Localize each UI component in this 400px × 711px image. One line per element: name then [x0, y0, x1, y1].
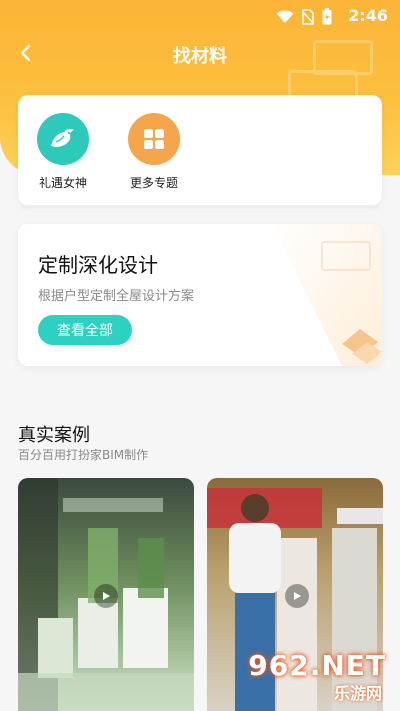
- page-title: 找材料: [173, 46, 227, 67]
- battery-charging-icon: [322, 8, 332, 25]
- quick-item-more-topics[interactable]: 更多专题: [114, 113, 194, 191]
- design-card-decoration: [272, 224, 382, 366]
- bird-icon: [37, 113, 89, 165]
- play-icon[interactable]: [285, 584, 309, 608]
- nav-bar: 找材料: [0, 32, 400, 76]
- custom-design-card[interactable]: 定制深化设计 根据户型定制全屋设计方案 查看全部: [18, 224, 382, 366]
- grid-icon: [128, 113, 180, 165]
- status-bar: 2:46: [0, 0, 400, 32]
- status-icons: [276, 8, 332, 25]
- quick-item-label: 礼遇女神: [38, 176, 87, 190]
- status-time: 2:46: [348, 6, 388, 25]
- play-icon[interactable]: [94, 584, 118, 608]
- no-sim-icon: [302, 8, 314, 25]
- quick-entry-card: 礼遇女神 更多专题: [18, 95, 382, 205]
- watermark-text: 962.NET: [248, 649, 386, 682]
- design-subtitle: 根据户型定制全屋设计方案: [38, 289, 195, 304]
- cases-subtitle: 百分百用打扮家BIM制作: [18, 448, 149, 462]
- design-title: 定制深化设计: [38, 253, 158, 277]
- quick-item-label: 更多专题: [129, 176, 178, 190]
- cases-title: 真实案例: [18, 425, 90, 446]
- quick-item-goddess[interactable]: 礼遇女神: [23, 113, 103, 191]
- view-all-button[interactable]: 查看全部: [38, 315, 132, 345]
- watermark-subtext: 乐游网: [333, 684, 382, 703]
- case-video-card[interactable]: [18, 478, 194, 711]
- wifi-icon: [276, 10, 294, 23]
- watermark-logo: 962.NET 乐游网: [202, 647, 392, 703]
